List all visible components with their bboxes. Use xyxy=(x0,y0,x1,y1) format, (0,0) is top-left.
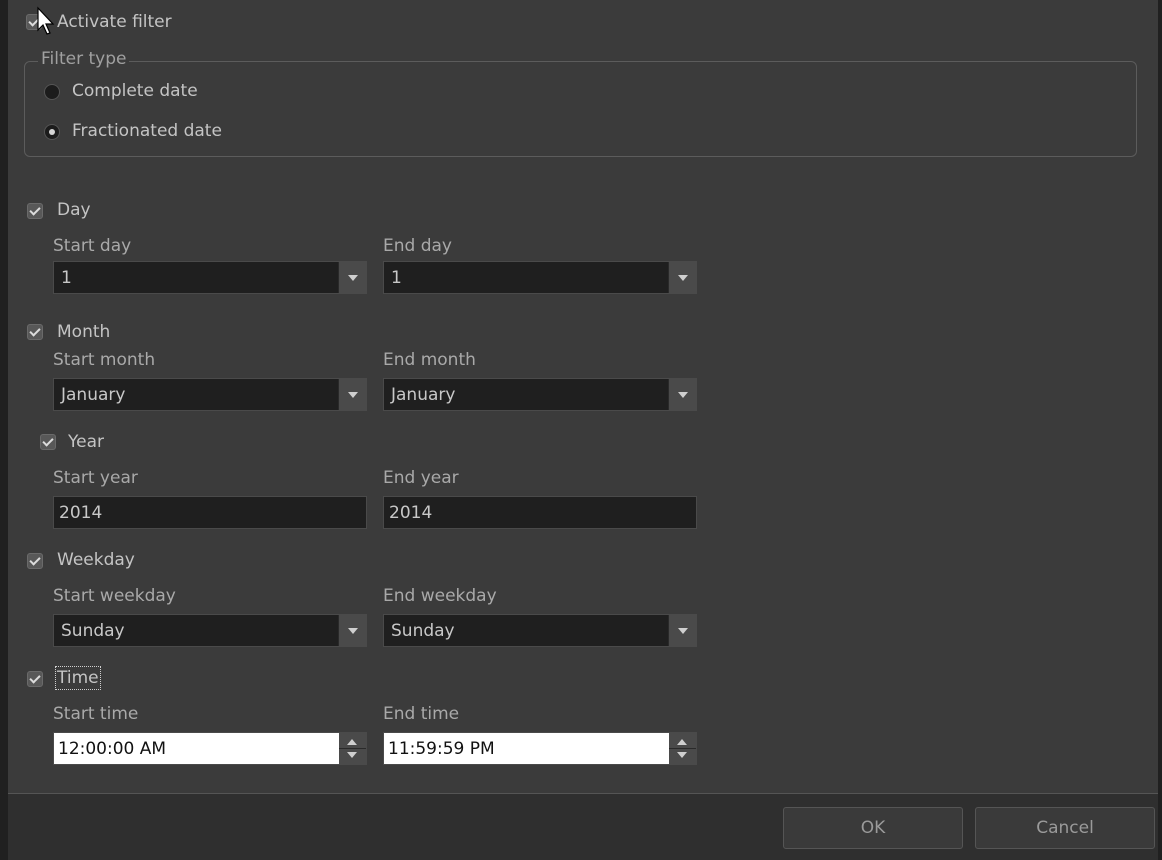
start-month-dropdown[interactable]: January xyxy=(53,378,367,411)
end-day-value: 1 xyxy=(391,268,402,288)
end-time-value: 11:59:59 PM xyxy=(388,739,495,759)
start-month-label: Start month xyxy=(53,350,156,370)
complete-date-radio[interactable] xyxy=(44,84,60,100)
filter-type-title: Filter type xyxy=(38,49,130,69)
spin-up-icon[interactable] xyxy=(677,739,687,745)
end-year-label: End year xyxy=(383,468,459,488)
chevron-down-icon[interactable] xyxy=(668,262,696,293)
start-month-value: January xyxy=(61,385,126,405)
end-time-spinbox[interactable]: 11:59:59 PM xyxy=(383,732,697,765)
start-day-value: 1 xyxy=(61,268,72,288)
spin-down-icon[interactable] xyxy=(347,752,357,758)
spin-separator xyxy=(669,748,696,749)
spin-separator xyxy=(339,748,366,749)
cancel-button[interactable]: Cancel xyxy=(975,807,1155,849)
end-weekday-value: Sunday xyxy=(391,621,455,641)
start-time-value: 12:00:00 AM xyxy=(58,739,167,759)
end-day-dropdown[interactable]: 1 xyxy=(383,261,697,294)
chevron-down-icon[interactable] xyxy=(338,262,366,293)
day-label: Day xyxy=(57,200,91,220)
weekday-label: Weekday xyxy=(57,550,135,570)
year-label: Year xyxy=(68,432,104,452)
year-checkbox[interactable] xyxy=(40,434,56,450)
end-month-dropdown[interactable]: January xyxy=(383,378,697,411)
month-checkbox[interactable] xyxy=(27,324,43,340)
day-checkbox[interactable] xyxy=(27,203,43,219)
start-day-dropdown[interactable]: 1 xyxy=(53,261,367,294)
chevron-down-icon[interactable] xyxy=(338,379,366,410)
start-time-spinbox[interactable]: 12:00:00 AM xyxy=(53,732,367,765)
chevron-down-icon[interactable] xyxy=(668,615,696,646)
fractionated-date-label: Fractionated date xyxy=(72,121,222,141)
filter-type-group xyxy=(24,61,1137,157)
start-weekday-label: Start weekday xyxy=(53,586,176,606)
end-month-value: January xyxy=(391,385,456,405)
end-year-input[interactable]: 2014 xyxy=(383,496,697,529)
spin-buttons[interactable] xyxy=(669,733,696,764)
month-label: Month xyxy=(57,322,111,342)
spin-buttons[interactable] xyxy=(339,733,366,764)
end-weekday-dropdown[interactable]: Sunday xyxy=(383,614,697,647)
time-label: Time xyxy=(55,666,101,690)
fractionated-date-radio[interactable] xyxy=(44,124,60,140)
chevron-down-icon[interactable] xyxy=(668,379,696,410)
chevron-down-icon[interactable] xyxy=(338,615,366,646)
end-month-label: End month xyxy=(383,350,476,370)
end-weekday-label: End weekday xyxy=(383,586,497,606)
end-year-value: 2014 xyxy=(389,503,433,523)
end-time-label: End time xyxy=(383,704,460,724)
start-year-value: 2014 xyxy=(59,503,103,523)
start-time-label: Start time xyxy=(53,704,139,724)
start-day-label: Start day xyxy=(53,236,132,256)
ok-button[interactable]: OK xyxy=(783,807,963,849)
start-year-input[interactable]: 2014 xyxy=(53,496,367,529)
mouse-cursor-icon xyxy=(37,6,55,35)
weekday-checkbox[interactable] xyxy=(27,553,43,569)
start-year-label: Start year xyxy=(53,468,138,488)
activate-filter-label: Activate filter xyxy=(57,12,172,32)
spin-up-icon[interactable] xyxy=(347,739,357,745)
start-weekday-dropdown[interactable]: Sunday xyxy=(53,614,367,647)
spin-down-icon[interactable] xyxy=(677,752,687,758)
time-checkbox[interactable] xyxy=(27,671,43,687)
end-day-label: End day xyxy=(383,236,452,256)
start-weekday-value: Sunday xyxy=(61,621,125,641)
complete-date-label: Complete date xyxy=(72,81,198,101)
